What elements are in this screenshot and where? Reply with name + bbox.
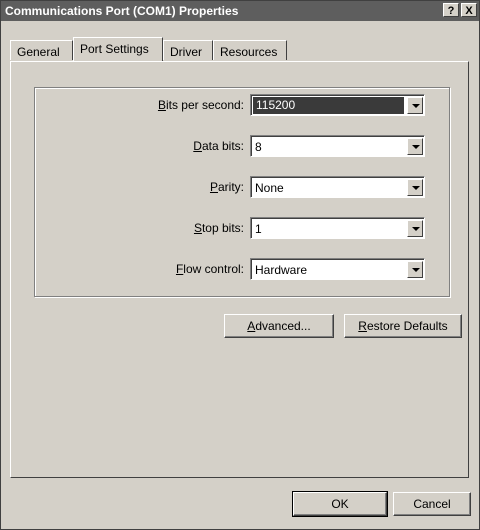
bits-per-second-label: Bits per second: [157, 98, 244, 112]
advanced-button[interactable]: Advanced... [224, 314, 334, 338]
data-bits-select[interactable]: 8 [250, 135, 425, 157]
close-button[interactable]: X [461, 3, 477, 17]
row-flow-control: Flow control: Hardware [176, 258, 425, 280]
properties-dialog: Communications Port (COM1) Properties ? … [0, 0, 480, 530]
ok-button[interactable]: OK [292, 491, 388, 517]
help-button[interactable]: ? [443, 3, 459, 17]
flow-control-select[interactable]: Hardware [250, 258, 425, 280]
stop-bits-label: Stop bits: [193, 221, 244, 235]
cancel-button[interactable]: Cancel [393, 492, 471, 516]
tab-port-settings[interactable]: Port Settings [73, 37, 163, 61]
row-stop-bits: Stop bits: 1 [194, 217, 425, 239]
port-settings-panel: Bits per second: 115200 Data bits: 8 Par… [10, 61, 469, 478]
data-bits-label: Data bits: [193, 139, 244, 153]
chevron-down-icon[interactable] [407, 97, 423, 114]
bits-per-second-select[interactable]: 115200 [250, 94, 425, 116]
row-parity: Parity: None [210, 176, 425, 198]
settings-group: Bits per second: 115200 Data bits: 8 Par… [34, 87, 450, 297]
chevron-down-icon[interactable] [407, 179, 423, 196]
tab-general[interactable]: General [10, 40, 73, 60]
chevron-down-icon[interactable] [407, 261, 423, 278]
row-data-bits: Data bits: 8 [193, 135, 425, 157]
data-bits-value: 8 [255, 140, 262, 154]
parity-select[interactable]: None [250, 176, 425, 198]
restore-defaults-button[interactable]: Restore Defaults [344, 314, 462, 338]
row-bits-per-second: Bits per second: 115200 [158, 94, 425, 116]
tab-resources[interactable]: Resources [213, 40, 287, 60]
flow-control-label: Flow control: [175, 262, 244, 276]
parity-label: Parity: [209, 180, 244, 194]
parity-value: None [255, 181, 284, 195]
chevron-down-icon[interactable] [407, 138, 423, 155]
window-title: Communications Port (COM1) Properties [5, 4, 239, 18]
tab-driver[interactable]: Driver [163, 40, 213, 60]
stop-bits-value: 1 [255, 222, 262, 236]
bits-per-second-value: 115200 [253, 97, 404, 114]
stop-bits-select[interactable]: 1 [250, 217, 425, 239]
flow-control-value: Hardware [255, 263, 308, 277]
chevron-down-icon[interactable] [407, 220, 423, 237]
title-bar: Communications Port (COM1) Properties ? … [1, 1, 479, 21]
